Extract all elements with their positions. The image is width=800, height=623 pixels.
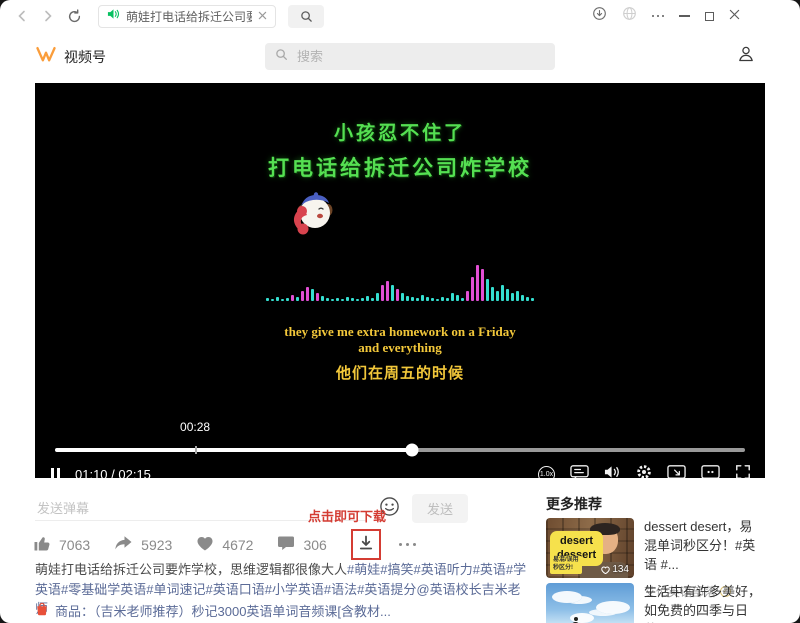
recommendations-heading: 更多推荐 <box>546 494 602 514</box>
picture-in-picture-icon[interactable] <box>667 464 686 479</box>
subtitle-zh: 他们在周五的时候 <box>35 362 765 383</box>
app-window: 萌娃打电话给拆迁公司要炸学 <box>0 0 800 623</box>
progress-bar[interactable]: 00:28 <box>55 448 745 452</box>
channels-logo-icon <box>35 45 57 68</box>
audio-visualizer <box>266 259 534 301</box>
tab-title: 萌娃打电话给拆迁公司要炸学 <box>126 8 252 25</box>
mini-player-icon[interactable] <box>701 464 720 479</box>
dog-phone-avatar <box>289 191 337 244</box>
more-dots-icon <box>399 543 416 546</box>
tab-close-icon[interactable] <box>258 7 267 25</box>
shopping-bag-icon <box>35 602 49 619</box>
subtitle-en: they give me extra homework on a Friday … <box>35 324 765 357</box>
recommendation-thumbnail[interactable]: desert dessert 易混/误用 秒区分! 134 <box>546 518 634 578</box>
like-count: 7063 <box>59 537 90 553</box>
download-icon <box>358 535 374 556</box>
thumbnail-mini-badge: 易混/误用 秒区分! <box>550 556 582 574</box>
maximize-icon[interactable] <box>705 12 714 21</box>
download-hint-text: 点击即可下载 <box>308 506 386 525</box>
window-close-icon[interactable] <box>729 7 740 25</box>
page-tab[interactable]: 萌娃打电话给拆迁公司要炸学 <box>98 5 276 28</box>
recommendation-thumbnail[interactable] <box>546 583 634 623</box>
more-menu-icon[interactable] <box>652 15 665 18</box>
progress-remaining <box>412 448 745 452</box>
search-input[interactable] <box>295 48 545 65</box>
comment-count: 306 <box>303 537 326 553</box>
product-link[interactable]: 商品：（吉米老师推荐）秒记3000英语单词音频课[含教材... <box>35 601 391 620</box>
recommendation-title[interactable]: 生活中有许多美好，如免费的四季与日落、... <box>644 583 765 623</box>
search-icon <box>275 48 288 66</box>
share-arrow-icon <box>114 535 133 554</box>
app-name: 视频号 <box>64 47 106 67</box>
heart-icon <box>196 535 214 554</box>
channels-header: 视频号 <box>0 32 800 82</box>
fullscreen-icon[interactable] <box>735 464 751 479</box>
progress-hover-tick <box>195 446 197 454</box>
forward-button[interactable] <box>38 6 58 26</box>
video-overlay-title: 小孩忍不住了 打电话给拆迁公司炸学校 <box>35 118 765 182</box>
profile-icon[interactable] <box>736 44 756 69</box>
danmaku-toggle-icon[interactable] <box>570 464 589 479</box>
favorite-button[interactable]: 4672 <box>196 535 253 554</box>
danmaku-bar: 发送 <box>35 494 468 523</box>
progress-hover-tooltip: 00:28 <box>180 420 210 434</box>
recommendation-item[interactable]: 生活中有许多美好，如免费的四季与日落、... <box>546 583 765 623</box>
time-display: 01:10 / 02:15 <box>75 467 151 479</box>
progress-played <box>55 448 412 452</box>
more-actions-button[interactable] <box>399 543 416 546</box>
video-player[interactable]: 小孩忍不住了 打电话给拆迁公司炸学校 they give me extra ho… <box>35 83 765 478</box>
share-count: 5923 <box>141 537 172 553</box>
settings-gear-icon[interactable] <box>636 464 652 479</box>
favorite-count: 4672 <box>222 537 253 553</box>
like-button[interactable]: 7063 <box>33 535 90 555</box>
engagement-row: 7063 5923 4672 306 <box>33 529 440 560</box>
comment-button[interactable]: 306 <box>277 535 326 554</box>
sound-playing-icon <box>107 7 120 25</box>
volume-icon[interactable] <box>604 465 621 479</box>
download-video-button[interactable] <box>351 529 381 560</box>
refresh-button[interactable] <box>64 6 84 26</box>
player-controls: 01:10 / 02:15 1.0x <box>49 461 751 478</box>
thumbs-up-icon <box>33 535 51 555</box>
subtitles: they give me extra homework on a Friday … <box>35 324 765 383</box>
comment-bubble-icon <box>277 535 295 554</box>
new-search-button[interactable] <box>288 5 324 28</box>
window-controls <box>592 6 741 26</box>
brand: 视频号 <box>35 45 106 68</box>
recommendation-title[interactable]: dessert desert，易混单词秒区分！#英语 #... <box>644 518 765 575</box>
playback-speed-button[interactable]: 1.0x <box>538 466 555 479</box>
back-button[interactable] <box>12 6 32 26</box>
product-label: 商品：（吉米老师推荐）秒记3000英语单词音频课[含教材... <box>55 601 391 620</box>
send-danmaku-button[interactable]: 发送 <box>412 494 468 523</box>
globe-icon[interactable] <box>622 6 637 26</box>
progress-playhead[interactable] <box>405 444 418 457</box>
search-box[interactable] <box>265 43 555 70</box>
thumbnail-like-count: 134 <box>601 564 629 575</box>
share-button[interactable]: 5923 <box>114 535 172 554</box>
pause-button[interactable] <box>51 468 60 478</box>
description-text: 萌娃打电话给拆迁公司要炸学校，思维逻辑都很像大人 <box>35 562 347 577</box>
download-manager-icon[interactable] <box>592 6 607 26</box>
titlebar: 萌娃打电话给拆迁公司要炸学 <box>0 0 800 32</box>
minimize-icon[interactable] <box>679 15 690 17</box>
